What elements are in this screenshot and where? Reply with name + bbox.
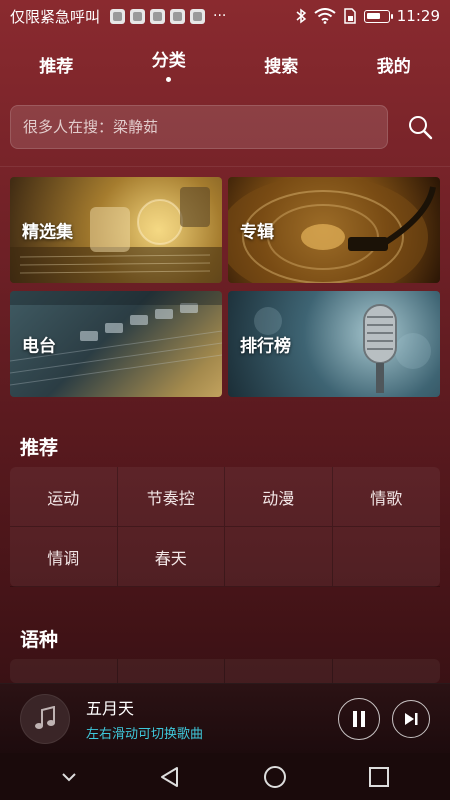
search-button[interactable] bbox=[402, 109, 438, 145]
search-bar bbox=[10, 104, 440, 150]
tab-label: 我的 bbox=[376, 56, 411, 77]
tab-search[interactable]: 搜索 bbox=[233, 48, 329, 81]
tile-label: 精选集 bbox=[22, 222, 73, 243]
battery-icon bbox=[363, 9, 393, 23]
swipe-hint: 左右滑动可切换歌曲 bbox=[86, 727, 204, 742]
tab-label: 搜索 bbox=[264, 56, 299, 77]
tag-spring[interactable]: 春天 bbox=[117, 527, 225, 587]
status-bar: 仅限紧急呼叫 ··· 11:29 bbox=[0, 0, 450, 32]
more-notifications-indicator: ··· bbox=[213, 8, 227, 24]
section-title-language: 语种 bbox=[20, 629, 59, 651]
active-tab-indicator bbox=[166, 77, 172, 82]
carrier-text: 仅限紧急呼叫 bbox=[10, 7, 101, 26]
tab-label: 分类 bbox=[151, 51, 186, 71]
notification-icons bbox=[110, 8, 206, 24]
notes-app-icon bbox=[170, 8, 186, 24]
home-icon[interactable] bbox=[263, 765, 287, 789]
language-tag[interactable] bbox=[225, 659, 333, 683]
tile-charts[interactable]: 排行榜 bbox=[228, 291, 440, 397]
language-tag[interactable] bbox=[333, 659, 441, 683]
recommend-tag-grid: 运动 节奏控 动漫 情歌 情调 春天 bbox=[10, 467, 440, 587]
divider bbox=[0, 166, 450, 167]
tag-love-songs[interactable]: 情歌 bbox=[332, 467, 440, 527]
tile-albums[interactable]: 专辑 bbox=[228, 177, 440, 283]
tab-label: 推荐 bbox=[39, 56, 74, 77]
mini-player[interactable]: 五月天 左右滑动可切换歌曲 bbox=[0, 683, 450, 753]
tag-mood[interactable]: 情调 bbox=[10, 527, 118, 587]
language-tag[interactable] bbox=[10, 659, 118, 683]
pause-icon bbox=[353, 710, 365, 727]
status-left: 仅限紧急呼叫 ··· bbox=[10, 6, 295, 27]
search-icon bbox=[409, 116, 433, 140]
tag-empty bbox=[225, 527, 333, 587]
top-tabs: 推荐 分类 搜索 我的 bbox=[0, 44, 450, 84]
status-right: 11:29 bbox=[295, 7, 440, 25]
tab-mine[interactable]: 我的 bbox=[346, 48, 442, 81]
language-tag-grid bbox=[10, 659, 440, 683]
app-store-icon bbox=[130, 8, 146, 24]
category-tiles: 精选集 专辑 电台 排行榜 bbox=[10, 177, 440, 397]
system-nav-bar bbox=[0, 753, 450, 800]
search-input[interactable] bbox=[10, 105, 388, 149]
health-app-icon bbox=[150, 8, 166, 24]
hide-nav-chevron-icon[interactable] bbox=[61, 772, 77, 782]
song-info[interactable]: 五月天 左右滑动可切换歌曲 bbox=[86, 695, 326, 742]
tile-collections[interactable]: 精选集 bbox=[10, 177, 222, 283]
tag-anime[interactable]: 动漫 bbox=[225, 467, 333, 527]
next-track-icon bbox=[405, 712, 418, 725]
section-title-recommend: 推荐 bbox=[20, 437, 59, 459]
tile-label: 电台 bbox=[22, 336, 56, 357]
tag-sports[interactable]: 运动 bbox=[10, 467, 118, 527]
album-art[interactable] bbox=[20, 693, 70, 744]
wifi-icon bbox=[314, 8, 336, 24]
tile-label: 专辑 bbox=[240, 222, 274, 243]
bluetooth-icon bbox=[296, 8, 306, 24]
tile-label: 排行榜 bbox=[240, 336, 291, 357]
recents-icon[interactable] bbox=[368, 766, 390, 788]
next-track-button[interactable] bbox=[392, 699, 430, 738]
music-note-icon bbox=[35, 705, 55, 729]
tile-radio[interactable]: 电台 bbox=[10, 291, 222, 397]
tag-rhythm[interactable]: 节奏控 bbox=[117, 467, 225, 527]
song-title: 五月天 bbox=[86, 699, 135, 718]
language-tag[interactable] bbox=[118, 659, 225, 683]
gallery-app-icon bbox=[190, 8, 206, 24]
back-icon[interactable] bbox=[158, 765, 182, 789]
tab-recommend[interactable]: 推荐 bbox=[8, 48, 104, 81]
sim-icon bbox=[344, 8, 356, 24]
music-app-icon bbox=[110, 8, 126, 24]
pause-button[interactable] bbox=[338, 697, 380, 740]
tab-category[interactable]: 分类 bbox=[121, 42, 217, 86]
tag-empty bbox=[332, 527, 440, 587]
clock: 11:29 bbox=[396, 7, 440, 25]
